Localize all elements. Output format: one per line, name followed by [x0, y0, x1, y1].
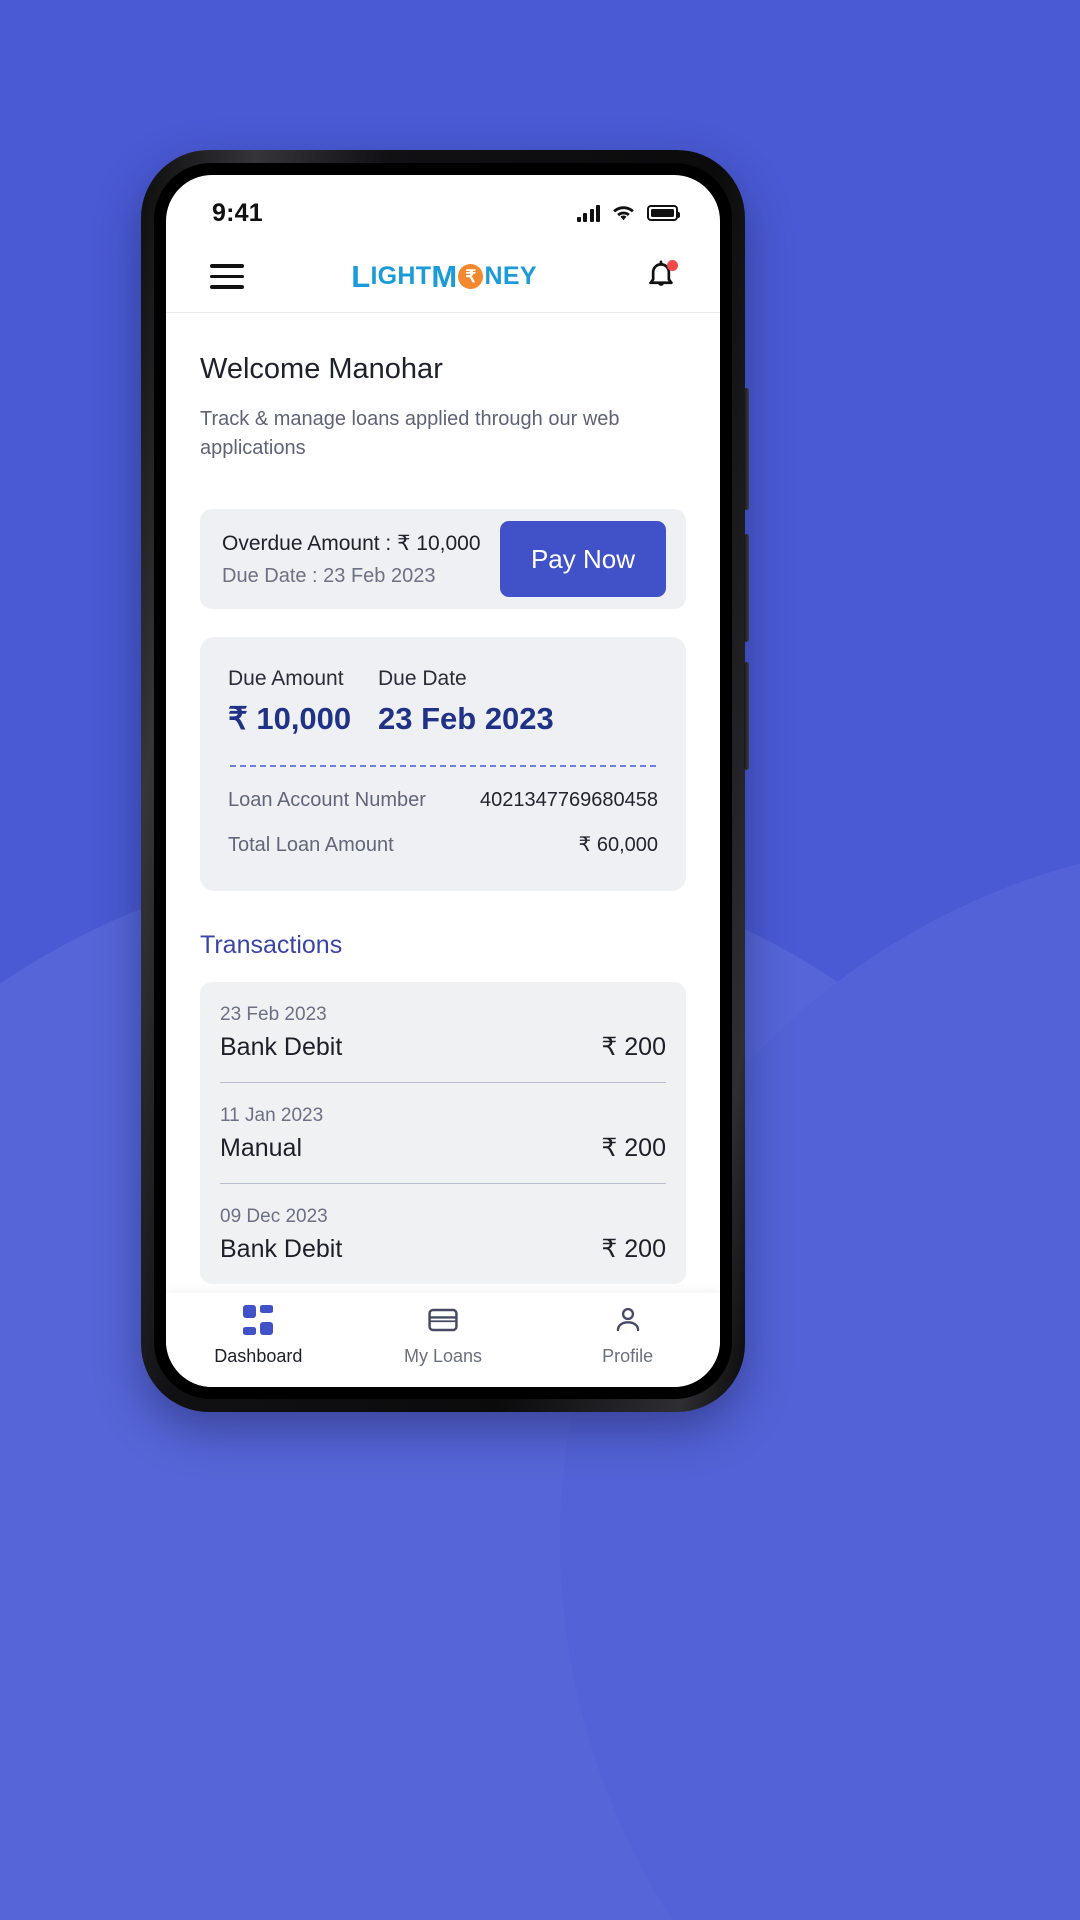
- bottom-navigation: Dashboard My Loans Profile: [166, 1293, 720, 1387]
- due-amount-label: Due Amount: [228, 667, 344, 690]
- due-amount-value: ₹ 10,000: [228, 701, 352, 736]
- pay-now-button[interactable]: Pay Now: [500, 521, 666, 597]
- loan-account-number-value: 4021347769680458: [480, 789, 658, 811]
- status-bar-icons: [576, 204, 680, 222]
- total-loan-amount-label: Total Loan Amount: [228, 834, 394, 856]
- due-date-block: Due Date 23 Feb 2023: [378, 667, 554, 737]
- status-bar: 9:41: [166, 175, 720, 241]
- transaction-amount: ₹ 200: [601, 1134, 666, 1162]
- logo-text-l: L: [351, 258, 371, 294]
- card-dashed-divider: [230, 765, 656, 767]
- transaction-name: Bank Debit: [220, 1235, 343, 1263]
- notification-badge-dot: [666, 259, 678, 271]
- table-row[interactable]: 11 Jan 2023 Manual ₹ 200: [220, 1082, 666, 1183]
- transaction-main-line: Bank Debit ₹ 200: [220, 1234, 666, 1264]
- grid-dashboard-icon: [243, 1305, 274, 1335]
- person-icon: [616, 1307, 639, 1332]
- logo-text-ight: IGHT: [370, 262, 432, 290]
- transaction-date: 09 Dec 2023: [220, 1206, 328, 1227]
- nav-label-my-loans: My Loans: [403, 1346, 482, 1366]
- transaction-amount: ₹ 200: [601, 1235, 666, 1263]
- overdue-due-date-label: Due Date : 23 Feb 2023: [222, 564, 436, 587]
- nav-item-my-loans[interactable]: My Loans: [368, 1305, 518, 1367]
- logo-text-ney: NEY: [484, 262, 537, 290]
- total-loan-amount-value: ₹ 60,000: [578, 834, 658, 856]
- due-summary-row: Due Amount ₹ 10,000 Due Date 23 Feb 2023: [228, 667, 658, 737]
- main-content[interactable]: Welcome Manohar Track & manage loans app…: [166, 313, 720, 1293]
- nav-label-dashboard: Dashboard: [214, 1346, 303, 1366]
- transaction-date: 11 Jan 2023: [220, 1105, 324, 1126]
- table-row[interactable]: 23 Feb 2023 Bank Debit ₹ 200: [220, 982, 666, 1082]
- overdue-amount-label: Overdue Amount : ₹ 10,000: [222, 531, 481, 555]
- transaction-main-line: Manual ₹ 200: [220, 1133, 666, 1163]
- due-summary-card: Due Amount ₹ 10,000 Due Date 23 Feb 2023…: [200, 637, 686, 891]
- transaction-name: Manual: [220, 1134, 302, 1162]
- status-bar-time: 9:41: [212, 198, 263, 227]
- overdue-info: Overdue Amount : ₹ 10,000 Due Date : 23 …: [222, 531, 481, 588]
- transaction-name: Bank Debit: [220, 1033, 343, 1061]
- logo-text-m: M: [431, 258, 458, 294]
- credit-card-icon: [428, 1308, 458, 1332]
- nav-item-dashboard[interactable]: Dashboard: [183, 1305, 333, 1367]
- total-loan-amount-row: Total Loan Amount ₹ 60,000: [228, 832, 658, 857]
- nav-item-profile[interactable]: Profile: [553, 1305, 703, 1367]
- transaction-date: 23 Feb 2023: [220, 1004, 327, 1025]
- welcome-subtitle: Track & manage loans applied through our…: [200, 408, 620, 459]
- transactions-list: 23 Feb 2023 Bank Debit ₹ 200 11 Jan 2023…: [200, 982, 686, 1284]
- hamburger-menu-icon[interactable]: [210, 264, 244, 289]
- notification-bell-button[interactable]: [644, 259, 678, 295]
- due-amount-block: Due Amount ₹ 10,000: [228, 667, 378, 737]
- loan-account-number-label: Loan Account Number: [228, 789, 426, 811]
- transactions-title: Transactions: [200, 931, 343, 959]
- table-row[interactable]: 09 Dec 2023 Bank Debit ₹ 200: [220, 1183, 666, 1284]
- phone-side-button-volume-down: [744, 534, 749, 642]
- nav-label-profile: Profile: [602, 1346, 654, 1366]
- welcome-greeting: Welcome Manohar: [200, 353, 443, 385]
- phone-side-button-volume-up: [744, 388, 749, 510]
- battery-icon: [647, 205, 680, 221]
- due-date-value: 23 Feb 2023: [378, 701, 554, 736]
- overdue-card: Overdue Amount : ₹ 10,000 Due Date : 23 …: [200, 509, 686, 609]
- app-logo: LIGHTM NEY: [351, 259, 537, 295]
- transaction-main-line: Bank Debit ₹ 200: [220, 1032, 666, 1062]
- transaction-amount: ₹ 200: [601, 1033, 666, 1061]
- app-screen: 9:41 LIGHTM NEY: [166, 175, 720, 1387]
- app-header: LIGHTM NEY: [166, 241, 720, 313]
- phone-side-button-power: [744, 662, 749, 770]
- logo-rupee-circle-icon: [458, 264, 484, 289]
- signal-icon: [576, 204, 600, 222]
- due-date-label: Due Date: [378, 667, 467, 690]
- wifi-icon: [613, 206, 634, 221]
- loan-account-number-row: Loan Account Number 4021347769680458: [228, 789, 658, 812]
- phone-mockup: 9:41 LIGHTM NEY: [141, 150, 749, 1412]
